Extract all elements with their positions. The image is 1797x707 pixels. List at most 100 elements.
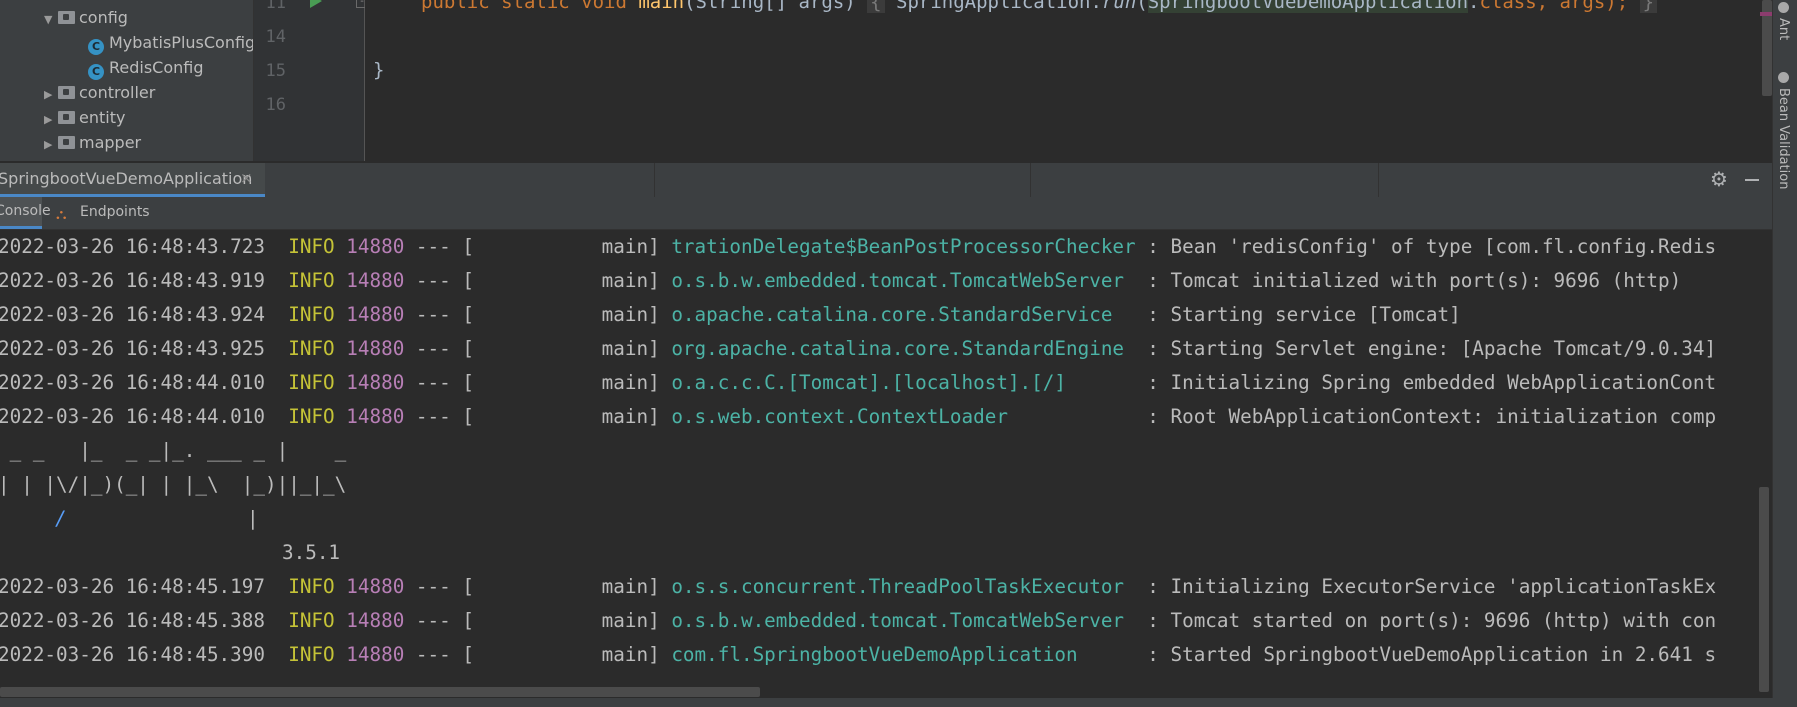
tab-label: Endpoints (80, 204, 150, 220)
log-pid: 14880 (346, 405, 405, 428)
expanded-arrow-icon[interactable]: ▼ (44, 7, 58, 32)
divider (1378, 163, 1379, 197)
highlighted-class-ref: SpringbootVueDemoApplication (1147, 0, 1469, 13)
log-timestamp: 2022-03-26 16:48:43.919 (0, 269, 265, 292)
java-class-icon: C (88, 64, 104, 80)
log-logger[interactable]: org.apache.catalina.core.StandardEngine (671, 337, 1135, 360)
tree-item-label: entity (79, 108, 126, 127)
tree-item-label: RedisConfig (109, 58, 204, 77)
log-line: 2022-03-26 16:48:44.010 INFO 14880 --- [… (0, 366, 1716, 400)
log-message: : Bean 'redisConfig' of type [com.fl.con… (1147, 235, 1717, 258)
log-line: 2022-03-26 16:48:45.390 INFO 14880 --- [… (0, 638, 1716, 672)
tree-item-label: controller (79, 83, 156, 102)
log-line: 2022-03-26 16:48:43.924 INFO 14880 --- [… (0, 298, 1461, 332)
tab-label: Console (0, 203, 51, 219)
log-level: INFO (288, 405, 335, 428)
log-pid: 14880 (346, 337, 405, 360)
log-thread: --- [ main] (415, 405, 660, 428)
run-tool-window-header: SpringbootVueDemoApplication × ⚙ (0, 162, 1772, 197)
code-line-11: public static void main(String[] args) {… (421, 0, 1658, 13)
log-timestamp: 2022-03-26 16:48:43.925 (0, 337, 265, 360)
line-number: 15 (265, 61, 286, 81)
ant-icon (1777, 2, 1789, 13)
package-folder-icon (58, 11, 75, 24)
banner-slash: / (55, 507, 67, 530)
line-number: 16 (265, 95, 286, 115)
console-horizontal-scrollbar[interactable] (0, 687, 760, 697)
collapsed-arrow-icon[interactable]: ▶ (44, 132, 58, 157)
log-message: : Starting Servlet engine: [Apache Tomca… (1147, 337, 1717, 360)
tool-ant[interactable]: Ant (1776, 2, 1791, 40)
log-timestamp: 2022-03-26 16:48:44.010 (0, 405, 265, 428)
tree-item-label: MybatisPlusConfig (109, 33, 254, 52)
minimize-icon[interactable] (1745, 179, 1759, 181)
tree-item-controller[interactable]: ▶ controller (44, 80, 155, 105)
log-level: INFO (288, 235, 335, 258)
log-pid: 14880 (346, 269, 405, 292)
log-message: : Initializing Spring embedded WebApplic… (1147, 371, 1717, 394)
log-line: 2022-03-26 16:48:45.388 INFO 14880 --- [… (0, 604, 1716, 638)
code-editor[interactable]: public static void main(String[] args) {… (365, 0, 1772, 161)
code-text: SpringApplication. (884, 0, 1102, 13)
line-number: 14 (265, 27, 286, 47)
log-logger[interactable]: o.s.web.context.ContextLoader (671, 405, 1135, 428)
log-timestamp: 2022-03-26 16:48:43.924 (0, 303, 265, 326)
log-logger[interactable]: com.fl.SpringbootVueDemoApplication (671, 643, 1135, 666)
console-output[interactable]: 2022-03-26 16:48:43.723 INFO 14880 --- [… (0, 230, 1772, 690)
log-thread: --- [ main] (415, 575, 660, 598)
run-gutter-icon[interactable] (310, 0, 322, 8)
log-pid: 14880 (346, 609, 405, 632)
log-pid: 14880 (346, 371, 405, 394)
tab-console[interactable]: Console (0, 197, 51, 229)
package-folder-icon (58, 111, 75, 124)
log-message: : Tomcat initialized with port(s): 9696 … (1147, 269, 1682, 292)
log-line: 2022-03-26 16:48:43.925 INFO 14880 --- [… (0, 332, 1716, 366)
tool-label: Bean Validation (1776, 88, 1791, 190)
log-line: 2022-03-26 16:48:45.197 INFO 14880 --- [… (0, 570, 1716, 604)
endpoints-icon: ⛬ (56, 205, 67, 223)
log-logger[interactable]: o.s.b.w.embedded.tomcat.TomcatWebServer (671, 269, 1135, 292)
method-call: run (1101, 0, 1137, 13)
close-icon[interactable]: × (240, 169, 253, 187)
log-thread: --- [ main] (415, 269, 660, 292)
project-tree: ▼ config C MybatisPlusConfig C RedisConfig … (0, 0, 254, 161)
folded-brace[interactable]: } (1639, 0, 1658, 13)
log-message: : Initializing ExecutorService 'applicat… (1147, 575, 1717, 598)
log-logger[interactable]: trationDelegate$BeanPostProcessorChecker (671, 235, 1135, 258)
log-thread: --- [ main] (415, 303, 660, 326)
folded-brace[interactable]: { (867, 0, 885, 13)
log-pid: 14880 (346, 643, 405, 666)
tool-bean-validation[interactable]: Bean Validation (1776, 72, 1791, 189)
run-tab-label: SpringbootVueDemoApplication (0, 169, 253, 188)
collapsed-arrow-icon[interactable]: ▶ (44, 82, 58, 107)
log-thread: --- [ main] (415, 337, 660, 360)
console-vertical-scrollbar[interactable] (1759, 487, 1769, 692)
log-line: 2022-03-26 16:48:43.723 INFO 14880 --- [… (0, 230, 1716, 264)
divider (1030, 163, 1031, 197)
line-number: 11 (265, 0, 286, 13)
log-logger[interactable]: o.s.s.concurrent.ThreadPoolTaskExecutor (671, 575, 1135, 598)
collapsed-arrow-icon[interactable]: ▶ (44, 107, 58, 132)
log-logger[interactable]: o.s.b.w.embedded.tomcat.TomcatWebServer (671, 609, 1135, 632)
log-logger[interactable]: o.a.c.c.C.[Tomcat].[localhost].[/] (671, 371, 1135, 394)
log-logger[interactable]: o.apache.catalina.core.StandardService (671, 303, 1135, 326)
keyword: public static void (421, 0, 639, 13)
method-name: main (638, 0, 685, 13)
log-message: : Started SpringbootVueDemoApplication i… (1147, 643, 1717, 666)
log-thread: --- [ main] (415, 235, 660, 258)
tree-item-config[interactable]: ▼ config (44, 5, 128, 30)
code-line-15: } (373, 59, 385, 81)
keyword: class (1479, 0, 1537, 13)
banner-line: / (55, 502, 67, 536)
divider (654, 163, 655, 197)
tree-item-mybatisplusconfig[interactable]: C MybatisPlusConfig (88, 30, 254, 55)
tree-item-redisconfig[interactable]: C RedisConfig (88, 55, 204, 80)
tree-item-mapper[interactable]: ▶ mapper (44, 130, 141, 155)
bean-validation-icon (1777, 72, 1789, 83)
tree-item-entity[interactable]: ▶ entity (44, 105, 125, 130)
run-config-tab[interactable]: SpringbootVueDemoApplication × (0, 163, 265, 197)
log-timestamp: 2022-03-26 16:48:44.010 (0, 371, 265, 394)
banner-version: 3.5.1 (282, 541, 341, 564)
gear-icon[interactable]: ⚙ (1710, 167, 1728, 191)
log-timestamp: 2022-03-26 16:48:45.388 (0, 609, 265, 632)
